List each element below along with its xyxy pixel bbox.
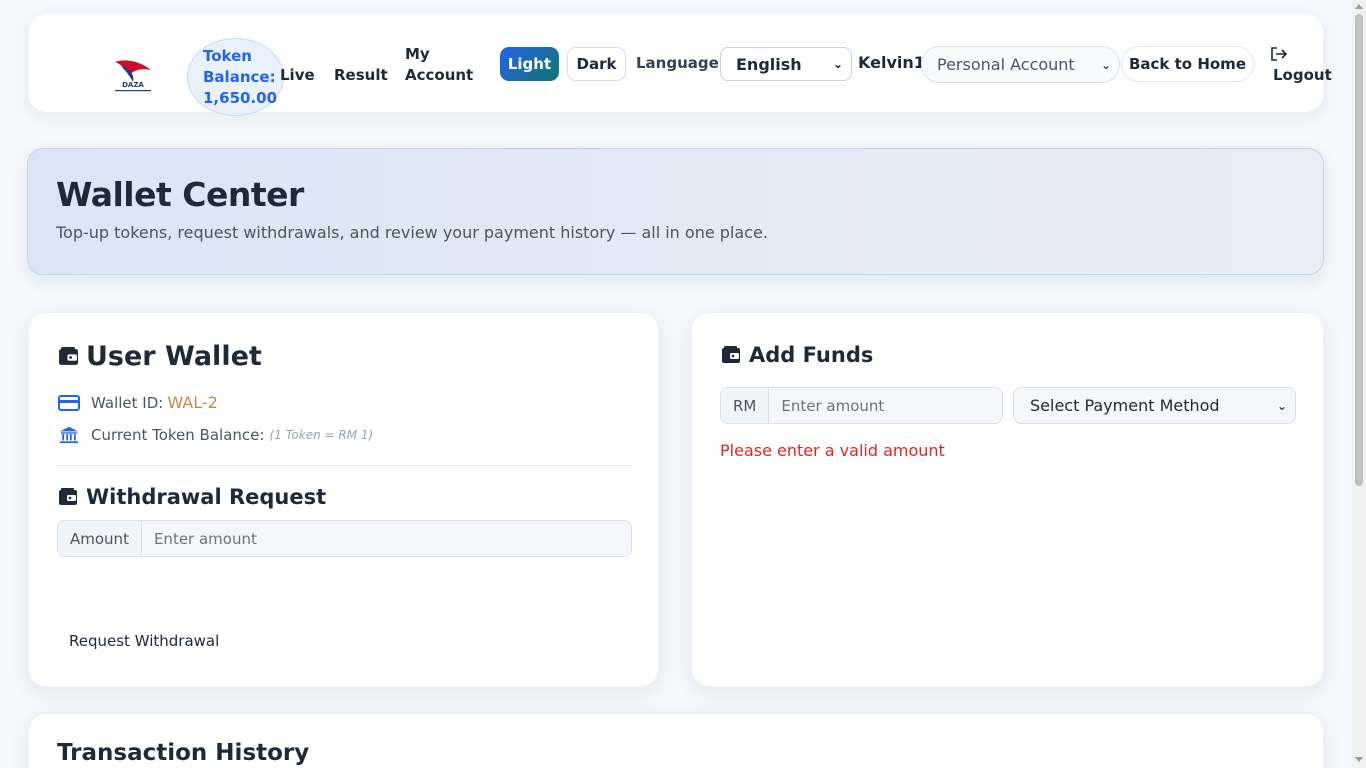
add-funds-title: Add Funds [749,343,874,367]
svg-text:DAZA: DAZA [122,81,144,89]
language-label: Language [636,54,719,72]
theme-dark-button[interactable]: Dark [567,47,626,81]
wallet-icon [722,346,740,363]
add-funds-amount-group: RM Enter amount [720,387,1003,424]
add-funds-card: Add Funds RM Enter amount Select Payment… [691,312,1324,687]
withdrawal-heading: Withdrawal Request [58,485,326,509]
account-type-value: Personal Account [937,55,1075,74]
user-wallet-heading: User Wallet [58,341,262,372]
wallet-icon [59,347,78,365]
user-wallet-title: User Wallet [86,341,262,372]
wallet-icon [59,488,77,505]
token-rate-note: (1 Token = RM 1) [269,428,374,442]
token-balance-label: Current Token Balance: [91,426,265,444]
token-balance-value: 1,650.00 [203,89,278,107]
top-nav: DAZA Token Balance: 1,650.00 Live Result… [28,13,1332,116]
withdrawal-amount-label: Amount [58,521,142,556]
withdrawal-amount-input[interactable]: Enter amount [141,521,631,556]
scrollbar-thumb[interactable] [1355,14,1363,486]
amount-error-message: Please enter a valid amount [720,441,945,460]
add-funds-amount-input[interactable]: Enter amount [769,388,1002,423]
page-scrollbar[interactable] [1352,0,1366,768]
chevron-down-icon: ⌄ [1100,57,1111,72]
withdrawal-title: Withdrawal Request [86,485,327,509]
chevron-down-icon: ⌄ [832,57,843,71]
page: DAZA Token Balance: 1,650.00 Live Result… [0,0,1352,768]
user-wallet-card: User Wallet Wallet ID: WAL-2 Current Tok… [28,312,659,687]
transaction-history-title: Transaction History [57,740,310,766]
scroll-up-arrow-icon[interactable] [1355,4,1363,9]
logout-label: Logout [1273,66,1332,84]
wallet-id-row: Wallet ID: WAL-2 [58,393,218,412]
page-title: Wallet Center [56,175,304,214]
back-to-home-button[interactable]: Back to Home [1121,46,1254,82]
nav-live[interactable]: Live [280,66,315,84]
nav-result[interactable]: Result [334,66,388,84]
hero-banner: Wallet Center Top-up tokens, request wit… [27,148,1324,275]
token-balance-label: Token Balance: [203,47,276,86]
divider [57,465,632,466]
add-funds-heading: Add Funds [721,343,873,367]
credit-card-icon [58,394,80,411]
currency-label: RM [721,388,770,423]
logout-icon [1271,47,1288,61]
wallet-id-value: WAL-2 [167,393,218,412]
withdrawal-amount-group: Amount Enter amount [57,520,632,557]
nav-my-account[interactable]: My Account [405,44,475,86]
chevron-down-icon: ⌄ [1276,398,1287,413]
request-withdrawal-button[interactable]: Request Withdrawal [69,632,219,650]
payment-method-value: Select Payment Method [1030,396,1220,415]
wallet-id-label: Wallet ID: [91,393,164,412]
username: Kelvin1 [858,53,925,72]
token-balance-badge: Token Balance: 1,650.00 [187,38,284,116]
theme-light-button[interactable]: Light [500,47,559,81]
scroll-down-arrow-icon[interactable] [1355,757,1363,762]
payment-method-select[interactable]: Select Payment Method ⌄ [1013,387,1296,424]
transaction-history-card: Transaction History [28,713,1324,768]
token-balance-row: Current Token Balance: (1 Token = RM 1) [58,426,373,444]
logo[interactable]: DAZA [111,56,155,94]
account-type-select[interactable]: Personal Account ⌄ [921,46,1120,83]
bank-icon [60,426,78,444]
page-subtitle: Top-up tokens, request withdrawals, and … [56,223,768,242]
language-select[interactable]: English ⌄ [720,47,852,81]
language-select-value: English [736,54,802,74]
